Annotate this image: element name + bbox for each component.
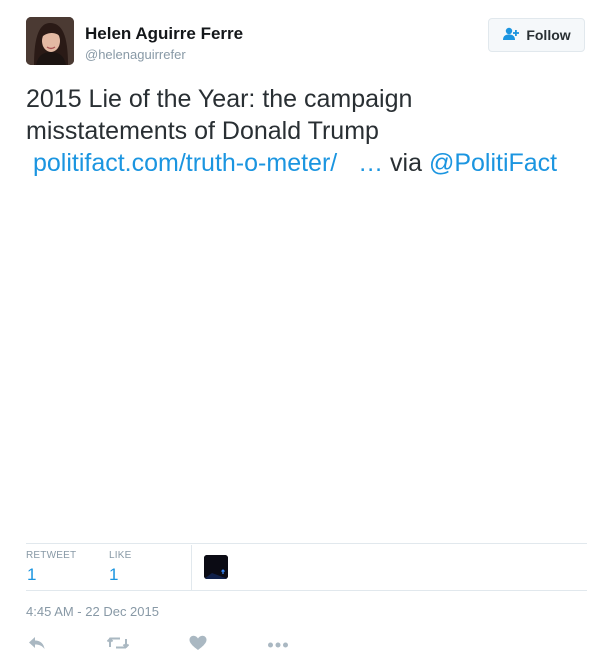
retweet-icon — [106, 635, 130, 656]
liker-avatar[interactable] — [204, 555, 228, 579]
retweet-label: RETWEET — [26, 550, 77, 561]
user-handle[interactable]: @helenaguirrefer — [85, 47, 186, 62]
tweet-link[interactable]: politifact.com/truth-o-meter/ — [33, 149, 337, 177]
more-button[interactable] — [265, 633, 291, 657]
like-button[interactable] — [185, 633, 211, 657]
tweet-line: 2015 Lie of the Year: the campaign — [26, 85, 413, 113]
follow-button[interactable]: Follow — [488, 18, 585, 52]
user-name[interactable]: Helen Aguirre Ferre — [85, 24, 243, 44]
tweet-line: misstatements of Donald Trump — [26, 117, 379, 145]
divider — [26, 543, 587, 544]
reply-button[interactable] — [24, 633, 50, 657]
divider — [26, 590, 587, 591]
like-label: LIKE — [109, 550, 132, 561]
more-icon — [267, 636, 289, 654]
via-text: via — [390, 149, 422, 177]
link-ellipsis[interactable]: … — [358, 149, 383, 177]
tweet-text: 2015 Lie of the Year: the campaign misst… — [26, 83, 601, 179]
mention-link[interactable]: @PolitiFact — [429, 149, 557, 177]
retweet-button[interactable] — [105, 633, 131, 657]
avatar[interactable] — [26, 17, 74, 65]
reply-icon — [27, 635, 47, 656]
follow-label: Follow — [526, 27, 571, 43]
timestamp[interactable]: 4:45 AM - 22 Dec 2015 — [26, 604, 159, 619]
tweet-line: politifact.com/truth-o-meter/ … via @Pol… — [26, 147, 601, 179]
like-count[interactable]: 1 — [109, 565, 118, 585]
retweet-count[interactable]: 1 — [27, 565, 36, 585]
add-user-icon — [502, 27, 520, 44]
stats-separator — [191, 545, 192, 590]
like-icon — [189, 635, 207, 656]
